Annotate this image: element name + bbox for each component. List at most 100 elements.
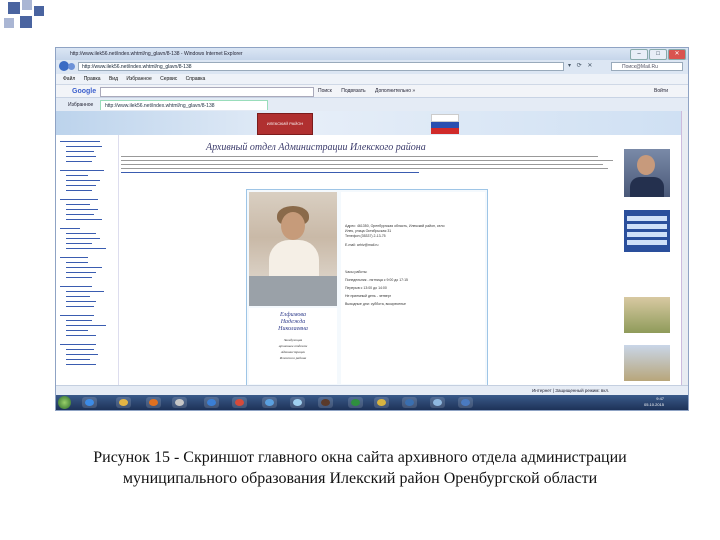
nav-link[interactable] [66,209,98,210]
nav-link[interactable] [66,243,92,244]
nav-link[interactable] [66,277,92,278]
refresh-stop-icons[interactable]: ▾ ⟳ ✕ [568,62,594,69]
nav-link[interactable] [66,175,88,176]
taskbar: 9:47 05.10.2015 [56,395,688,410]
russian-flag-icon [431,114,459,134]
nav-link[interactable] [66,364,96,365]
taskbar-app-icon[interactable] [290,397,305,408]
nav-link[interactable] [66,190,92,191]
intro-text [121,156,618,186]
nav-link[interactable] [66,219,102,220]
start-button[interactable] [58,396,71,409]
name-line-2: Надежда [280,319,306,325]
taskbar-app-icon[interactable] [146,397,161,408]
nav-link[interactable] [66,262,88,263]
google-more-button[interactable]: Дополнительно » [375,88,415,94]
staff-photo [249,192,337,306]
page-scrollbar[interactable] [681,111,688,385]
nav-link[interactable] [66,233,96,234]
taskbar-folder-icon[interactable] [116,397,131,408]
menu-view[interactable]: Вид [109,76,118,82]
left-navigation [56,135,119,385]
nav-link[interactable] [66,291,104,292]
taskbar-app-icon[interactable] [458,397,473,408]
menu-tools[interactable]: Сервис [160,76,177,82]
nav-link[interactable] [66,151,94,152]
tab-current[interactable]: http://www.ilek56.net/index.whtml/ng_gla… [100,100,268,110]
system-clock[interactable]: 9:47 05.10.2015 [644,396,664,408]
google-search-button[interactable]: Поиск [318,88,332,94]
info-widget[interactable] [624,210,670,252]
address-input[interactable]: http://www.ilek56.net/index.whtml/ng_gla… [78,62,564,71]
google-toolbar: Google Поиск Подвязать Дополнительно » В… [56,84,688,98]
minimize-button[interactable]: – [630,49,648,60]
browser-window: http://www.ilek56.net/index.whtml/ng_gla… [55,47,689,411]
taskbar-app-icon[interactable] [430,397,445,408]
banner-image-1[interactable] [624,297,670,333]
nav-link[interactable] [66,180,100,181]
site-banner: ИЛЕКСКИЙ РАЙОН [56,111,681,135]
nav-link[interactable] [66,161,92,162]
nav-link[interactable] [60,286,92,287]
nav-link[interactable] [60,141,100,142]
nav-link[interactable] [66,359,90,360]
menu-edit[interactable]: Правка [84,76,101,82]
nav-link[interactable] [66,320,92,321]
nav-link[interactable] [60,170,104,171]
phone-line: Телефон (35337) 2-13-75 [345,234,386,238]
nav-link[interactable] [60,257,88,258]
forward-icon[interactable] [68,63,75,70]
google-search-input[interactable] [100,87,314,97]
nav-link[interactable] [66,204,90,205]
nav-link[interactable] [60,228,80,229]
window-title: http://www.ilek56.net/index.whtml/ng_gla… [70,51,243,57]
search-input[interactable]: Поиск@Mail.Ru [611,62,683,71]
nav-link[interactable] [66,335,96,336]
nav-link[interactable] [60,315,94,316]
taskbar-app-icon[interactable] [348,397,363,408]
nav-link[interactable] [66,248,106,249]
nav-link[interactable] [66,349,94,350]
banner-image-2[interactable] [624,345,670,381]
nav-link[interactable] [66,325,106,326]
menu-file[interactable]: Файл [63,76,75,82]
menu-bar: Файл Правка Вид Избранное Сервис Справка [56,74,688,84]
maximize-button[interactable]: □ [649,49,667,60]
taskbar-app-icon[interactable] [374,397,389,408]
nav-link[interactable] [66,354,98,355]
menu-help[interactable]: Справка [186,76,206,82]
taskbar-chrome-icon[interactable] [232,397,247,408]
nav-link[interactable] [60,199,98,200]
nav-link[interactable] [66,301,96,302]
taskbar-app-icon[interactable] [204,397,219,408]
taskbar-app-icon[interactable] [172,397,187,408]
favorites-button[interactable]: Избранное [68,98,93,112]
close-button[interactable]: ✕ [668,49,686,60]
menu-favorites[interactable]: Избранное [126,76,151,82]
nav-link[interactable] [66,146,102,147]
nav-link[interactable] [66,238,100,239]
google-share-button[interactable]: Подвязать [341,88,365,94]
taskbar-app-icon[interactable] [402,397,417,408]
taskbar-app-icon[interactable] [262,397,277,408]
nav-link[interactable] [66,296,90,297]
schedule-line: Понедельник - пятница с 9:00 до 17:15 [345,278,408,282]
nav-link[interactable] [60,344,96,345]
corner-decoration [0,0,50,40]
taskbar-ie-icon[interactable] [82,397,97,408]
name-line-3: Николаевна [278,326,308,332]
nav-link[interactable] [66,306,94,307]
nav-link[interactable] [66,330,88,331]
nav-link[interactable] [66,214,94,215]
taskbar-app-icon[interactable] [318,397,333,408]
nav-link[interactable] [66,272,96,273]
schedule-line: Выходные дни: суббота, воскресенье [345,302,406,306]
name-card: Елфимова Надежда Николаевна Заведующая а… [249,308,337,384]
nav-link[interactable] [66,185,96,186]
nav-link[interactable] [66,156,96,157]
tab-bar: Избранное http://www.ilek56.net/index.wh… [56,97,688,112]
nav-link[interactable] [66,267,102,268]
position-line-4: Илекского района [279,356,307,360]
official-portrait [624,149,670,197]
email-link[interactable]: E-mail: arhiv@mail.ru [345,243,445,248]
